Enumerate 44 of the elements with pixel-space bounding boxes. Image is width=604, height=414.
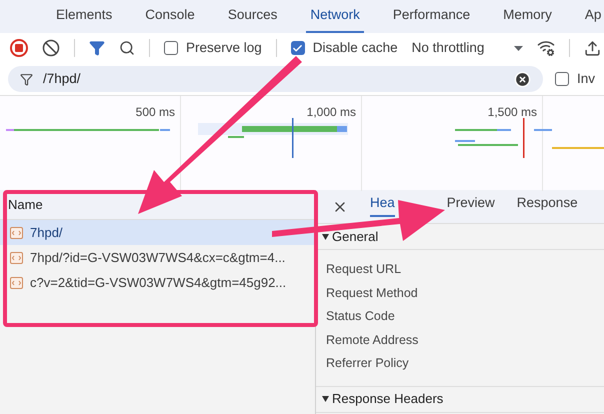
request-name: 7hpd/ (30, 224, 63, 242)
filter-icon[interactable] (89, 40, 105, 56)
throttling-dropdown[interactable]: No throttling (412, 38, 524, 58)
checkbox-label: Preserve log (186, 38, 262, 57)
header-name: Remote Address (325, 332, 420, 348)
checkbox[interactable] (164, 41, 178, 55)
request-row[interactable]: 7hpd/ (0, 220, 315, 245)
clear-icon[interactable] (42, 39, 60, 57)
checkbox[interactable] (555, 72, 569, 86)
time-tick-label: 500 ms (136, 104, 175, 117)
header-name: Status Code (325, 308, 396, 325)
time-tick-label: 1,500 ms (488, 104, 537, 117)
filter-field[interactable]: /7hpd/ (8, 66, 543, 92)
record-button[interactable] (10, 39, 28, 57)
panel-tab[interactable]: Console (141, 0, 199, 33)
request-name: 7hpd/?id=G-VSW03W7WS4&cx=c&gtm=4... (30, 248, 286, 267)
document-icon (10, 252, 23, 264)
section-header[interactable]: Response Headers (316, 386, 604, 412)
header-name: Referrer Policy (325, 355, 410, 372)
header-name: Request Method (325, 284, 419, 302)
expand-icon (322, 396, 329, 402)
panel-tab[interactable]: Ap (580, 0, 604, 33)
detail-tab[interactable]: Preview (446, 191, 495, 217)
check-icon (292, 42, 304, 54)
time-tick-label: 1,000 ms (306, 104, 356, 117)
caret-icon (514, 46, 524, 50)
expand-icon (322, 234, 329, 240)
request-name: c?v=2&tid=G-VSW03W7WS4&gtm=45g92... (30, 274, 286, 292)
panel-tab[interactable]: Elements (52, 0, 116, 33)
checkbox-label: Disable cache (312, 38, 398, 57)
upload-icon[interactable] (584, 40, 602, 56)
search-icon[interactable] (119, 40, 135, 56)
panel-tab[interactable]: Sources (224, 0, 282, 33)
header-name: Request URL (325, 261, 402, 278)
network-settings-icon[interactable] (537, 39, 556, 57)
checkbox[interactable] (290, 41, 305, 55)
panel-tab[interactable]: Memory (499, 0, 556, 33)
detail-tab[interactable]: Hea (370, 191, 395, 217)
document-icon (10, 226, 23, 238)
filter-icon (20, 72, 33, 86)
document-icon (10, 276, 23, 288)
panel-tab[interactable]: Performance (388, 0, 474, 33)
checkbox-label: Inv (577, 70, 596, 88)
detail-tab[interactable]: Response (516, 191, 578, 217)
